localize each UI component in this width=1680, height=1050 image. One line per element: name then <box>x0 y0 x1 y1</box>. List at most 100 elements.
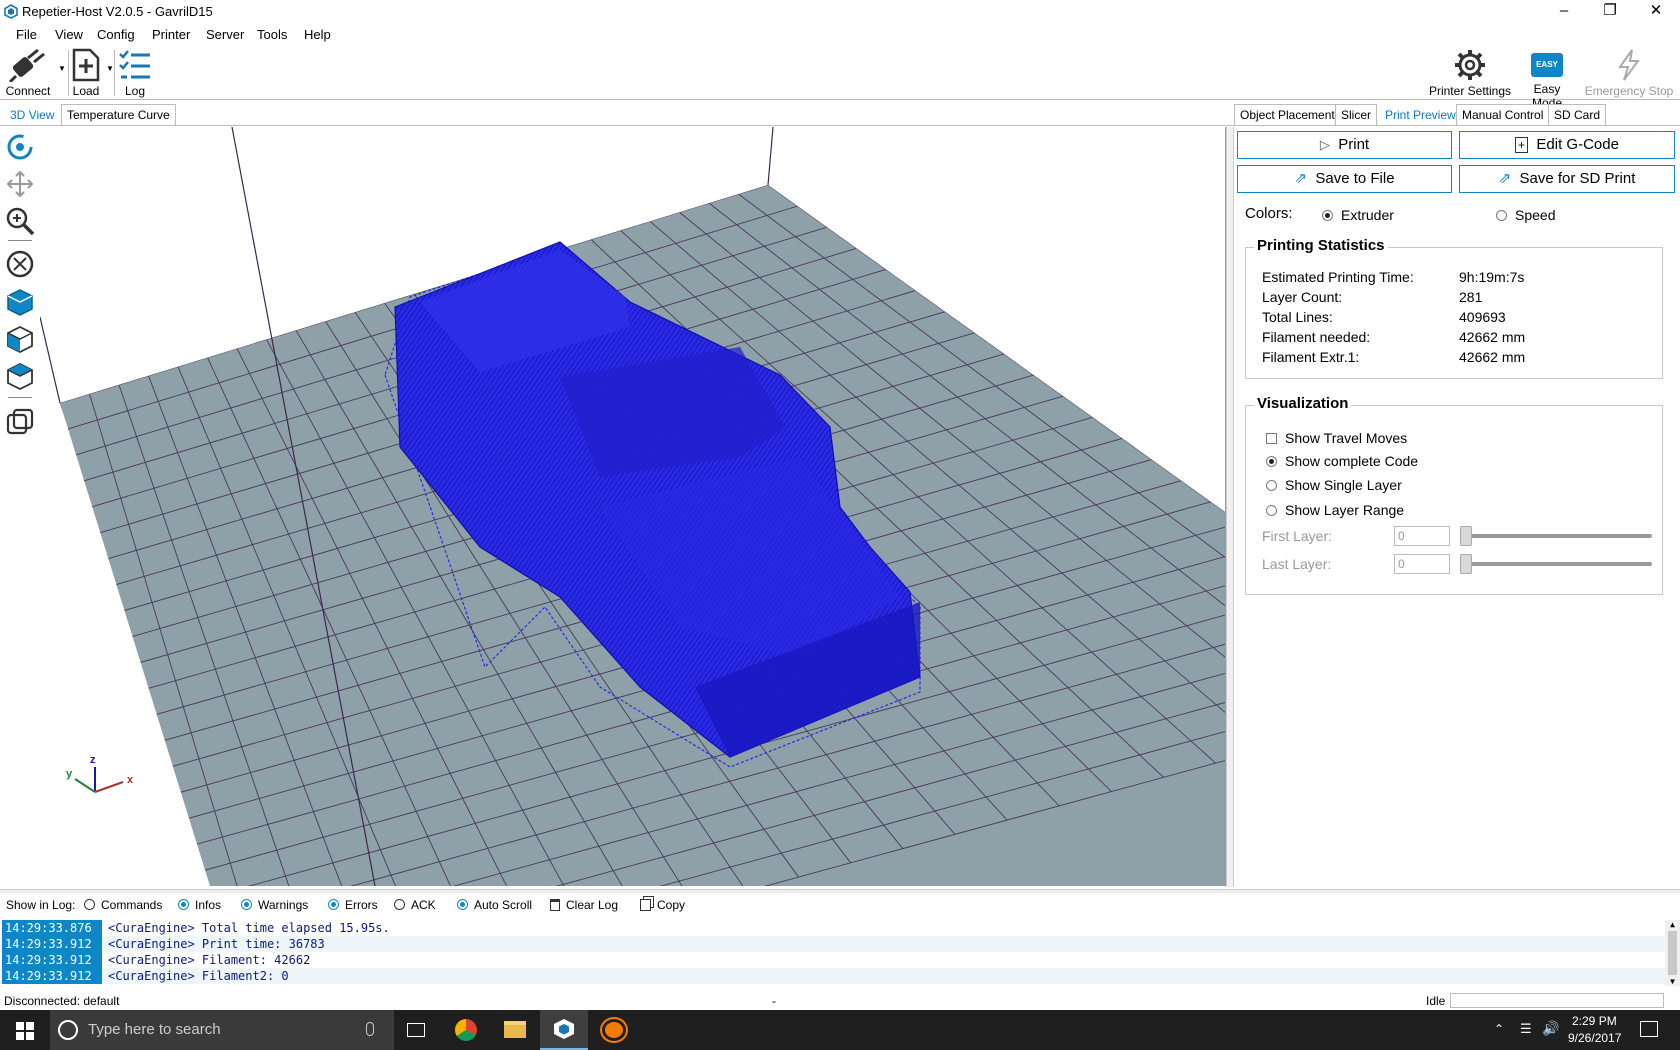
log-list[interactable]: 14:29:33.876 <CuraEngine> Total time elap… <box>0 920 1680 986</box>
log-button[interactable]: Log <box>116 48 154 98</box>
iso-view-icon[interactable] <box>5 287 35 317</box>
volume-icon[interactable]: 🔊 <box>1542 1020 1559 1037</box>
connect-dropdown-icon[interactable]: ▼ <box>58 64 66 73</box>
last-layer-thumb[interactable] <box>1460 554 1472 574</box>
complete-label: Show complete Code <box>1285 453 1419 469</box>
show-complete-code-radio[interactable]: Show complete Code <box>1266 453 1418 469</box>
chrome-icon[interactable] <box>455 1019 477 1041</box>
easy-mode-button[interactable]: EASY Easy Mode <box>1517 48 1577 110</box>
toggle-indicator <box>394 899 405 910</box>
clock-date[interactable]: 9/26/2017 <box>1568 1031 1621 1045</box>
wifi-icon[interactable]: ☰ <box>1520 1021 1532 1037</box>
colors-label: Colors: <box>1245 205 1293 222</box>
edit-gcode-button[interactable]: + Edit G-Code <box>1459 131 1675 159</box>
microphone-icon[interactable] <box>366 1022 374 1036</box>
log-message: <CuraEngine> Filament2: 0 <box>108 969 289 983</box>
fit-view-icon[interactable] <box>5 249 35 279</box>
printing-statistics-group: Printing Statistics Estimated Printing T… <box>1245 237 1663 379</box>
clear-log-button[interactable]: Clear Log <box>550 898 618 912</box>
show-travel-moves-checkbox[interactable]: Show Travel Moves <box>1266 430 1407 446</box>
front-view-icon[interactable] <box>5 324 35 354</box>
repetier-icon <box>554 1019 574 1039</box>
taskbar-repetier[interactable] <box>540 1010 588 1050</box>
show-single-layer-radio[interactable]: Show Single Layer <box>1266 477 1402 493</box>
log-warnings-toggle[interactable]: Warnings <box>241 898 308 912</box>
scroll-down-icon[interactable]: ▼ <box>1665 977 1680 986</box>
windows-start-icon[interactable] <box>16 1022 34 1040</box>
blender-icon[interactable] <box>602 1019 626 1041</box>
tool-divider <box>8 397 32 398</box>
save-file-button[interactable]: ⇗ Save to File <box>1237 165 1452 193</box>
tab-3d-view[interactable]: 3D View <box>4 104 61 126</box>
lightning-icon <box>1618 49 1640 81</box>
infos-label: Infos <box>195 898 222 912</box>
log-infos-toggle[interactable]: Infos <box>178 898 221 912</box>
taskbar: Type here to search ⌃ ☰ 🔊 2:29 PM 9/26/2… <box>0 1010 1680 1050</box>
tab-temperature-curve[interactable]: Temperature Curve <box>61 104 176 126</box>
copy-log-button[interactable]: Copy <box>640 898 685 912</box>
3d-scene[interactable]: z x y <box>40 127 1226 886</box>
top-view-icon[interactable] <box>5 361 35 391</box>
show-layer-range-radio[interactable]: Show Layer Range <box>1266 502 1404 518</box>
first-layer-input[interactable]: 0 <box>1394 526 1450 546</box>
tab-slicer[interactable]: Slicer <box>1335 104 1378 126</box>
clock-time[interactable]: 2:29 PM <box>1572 1014 1617 1028</box>
zoom-icon[interactable] <box>5 206 35 236</box>
radio-indicator <box>1266 480 1277 491</box>
log-message: <CuraEngine> Total time elapsed 15.95s. <box>108 921 390 935</box>
scroll-thumb[interactable] <box>1668 931 1677 975</box>
first-layer-thumb[interactable] <box>1460 526 1472 546</box>
menu-help[interactable]: Help <box>304 27 331 42</box>
title-bar: Repetier-Host V2.0.5 - GavrilD15 – ❐ ✕ <box>0 0 1680 24</box>
chevron-up-icon[interactable]: ⌃ <box>1494 1022 1504 1036</box>
load-button[interactable]: Load <box>68 48 104 98</box>
menu-view[interactable]: View <box>55 27 83 42</box>
3d-viewport[interactable]: z x y <box>40 127 1226 886</box>
menu-server[interactable]: Server <box>206 27 244 42</box>
window-title: Repetier-Host V2.0.5 - GavrilD15 <box>22 4 213 19</box>
maximize-button[interactable]: ❐ <box>1588 0 1632 24</box>
log-splitter[interactable] <box>0 889 1680 893</box>
menu-file[interactable]: File <box>16 27 37 42</box>
menu-tools[interactable]: Tools <box>257 27 287 42</box>
toolbar-divider <box>114 50 115 96</box>
file-explorer-icon[interactable] <box>504 1021 526 1038</box>
print-button[interactable]: ▷ Print <box>1237 131 1452 159</box>
panel-splitter[interactable] <box>1226 127 1234 887</box>
load-dropdown-icon[interactable]: ▼ <box>106 64 114 73</box>
tab-object-placement[interactable]: Object Placement <box>1234 104 1341 126</box>
move-icon[interactable] <box>5 169 35 199</box>
log-errors-toggle[interactable]: Errors <box>328 898 378 912</box>
perspective-icon[interactable] <box>5 407 35 437</box>
log-scrollbar[interactable]: ▲ ▼ <box>1665 920 1680 986</box>
tab-manual-control[interactable]: Manual Control <box>1456 104 1550 126</box>
close-button[interactable]: ✕ <box>1634 0 1678 24</box>
log-commands-toggle[interactable]: Commands <box>84 898 162 912</box>
connect-button[interactable]: Connect <box>4 48 52 98</box>
printer-settings-button[interactable]: Printer Settings <box>1426 48 1514 98</box>
save-sd-button[interactable]: ⇗ Save for SD Print <box>1459 165 1675 193</box>
tab-print-preview[interactable]: Print Preview <box>1379 104 1462 126</box>
emergency-stop-button[interactable]: Emergency Stop <box>1580 48 1678 98</box>
status-bar: Disconnected: default - Idle <box>0 992 1680 1010</box>
log-row: 14:29:33.912 <CuraEngine> Filament: 42662 <box>0 952 1665 968</box>
trash-icon <box>550 899 560 911</box>
color-extruder-radio[interactable]: Extruder <box>1322 207 1394 223</box>
first-layer-slider[interactable] <box>1460 534 1652 538</box>
rotate-icon[interactable] <box>5 132 35 162</box>
menu-printer[interactable]: Printer <box>152 27 190 42</box>
taskbar-search[interactable]: Type here to search <box>50 1010 394 1050</box>
scroll-up-icon[interactable]: ▲ <box>1665 920 1680 929</box>
log-ack-toggle[interactable]: ACK <box>394 898 436 912</box>
last-layer-input[interactable]: 0 <box>1394 554 1450 574</box>
log-message: <CuraEngine> Print time: 36783 <box>108 937 325 951</box>
log-auto-scroll-toggle[interactable]: Auto Scroll <box>457 898 532 912</box>
last-layer-slider[interactable] <box>1460 562 1652 566</box>
color-speed-radio[interactable]: Speed <box>1496 207 1555 223</box>
task-view-icon[interactable] <box>407 1023 425 1037</box>
menu-config[interactable]: Config <box>97 27 135 42</box>
notifications-icon[interactable] <box>1640 1021 1658 1037</box>
auto-scroll-label: Auto Scroll <box>474 898 533 912</box>
minimize-button[interactable]: – <box>1542 0 1586 24</box>
tab-sd-card[interactable]: SD Card <box>1548 104 1607 126</box>
